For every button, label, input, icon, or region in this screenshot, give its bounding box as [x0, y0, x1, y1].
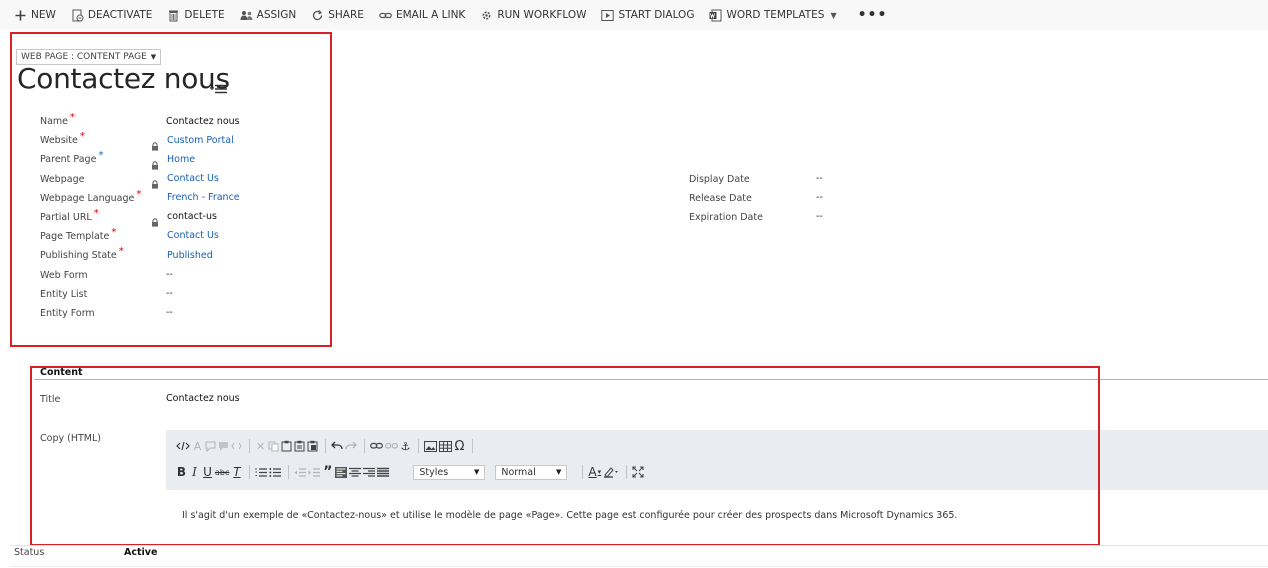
status-label: Status [14, 547, 45, 558]
delete-button[interactable]: DELETE [159, 0, 231, 30]
status-value: Active [124, 547, 158, 558]
highlight-box-general [10, 32, 332, 347]
trash-icon [167, 9, 180, 22]
command-bar: NEW DEACTIVATE DELETE ASSIGN SHARE EMAIL… [0, 0, 1268, 30]
delete-button-label: DELETE [184, 9, 225, 21]
share-icon [311, 9, 324, 22]
link-icon [379, 9, 392, 22]
new-button[interactable]: NEW [0, 0, 63, 30]
word-templates-button[interactable]: WORD TEMPLATES ▼ [701, 0, 843, 30]
run-workflow-button-label: RUN WORKFLOW [497, 9, 587, 21]
plus-icon [14, 9, 27, 22]
start-dialog-button-label: START DIALOG [618, 9, 695, 21]
start-dialog-button[interactable]: START DIALOG [593, 0, 701, 30]
assign-button[interactable]: ASSIGN [232, 0, 304, 30]
display-date-label: Display Date [689, 174, 750, 185]
display-date-field[interactable]: -- [816, 173, 823, 184]
deactivate-icon [71, 9, 84, 22]
footer-divider [10, 545, 1268, 546]
deactivate-button[interactable]: DEACTIVATE [63, 0, 160, 30]
more-commands-button[interactable]: ••• [844, 0, 895, 30]
bottom-divider [10, 566, 1268, 567]
release-date-label: Release Date [689, 193, 752, 204]
deactivate-button-label: DEACTIVATE [87, 9, 153, 21]
assign-users-icon [240, 9, 253, 22]
chevron-down-icon: ▼ [830, 10, 837, 20]
highlight-box-content [30, 366, 1100, 546]
workflow-gear-icon [480, 9, 493, 22]
run-workflow-button[interactable]: RUN WORKFLOW [472, 0, 593, 30]
word-icon [709, 9, 722, 22]
share-button-label: SHARE [328, 9, 364, 21]
expiration-date-label: Expiration Date [689, 212, 763, 223]
share-button[interactable]: SHARE [303, 0, 371, 30]
release-date-field[interactable]: -- [816, 192, 823, 203]
new-button-label: NEW [31, 9, 56, 21]
email-link-button-label: EMAIL A LINK [395, 9, 466, 21]
assign-button-label: ASSIGN [256, 9, 297, 21]
dialog-play-icon [601, 9, 615, 22]
expiration-date-field[interactable]: -- [816, 211, 823, 222]
email-link-button[interactable]: EMAIL A LINK [371, 0, 472, 30]
word-templates-button-label: WORD TEMPLATES [726, 9, 825, 21]
